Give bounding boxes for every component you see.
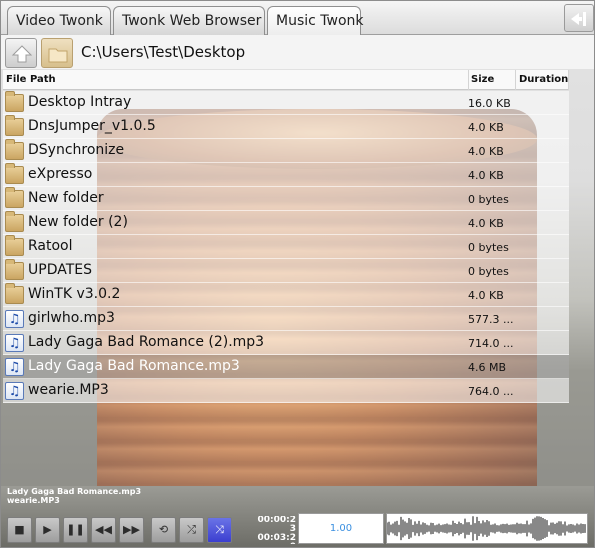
file-size: 0 bytes [468,265,509,278]
music-file-icon: ♫ [5,358,24,376]
file-list: Desktop Intray 16.0 KB DnsJumper_v1.0.5 … [3,91,569,403]
player-bar: Lady Gaga Bad Romance.mp3 wearie.MP3 ■ ▶… [1,486,594,547]
file-row[interactable]: UPDATES 0 bytes [3,259,569,283]
file-size: 0 bytes [468,193,509,206]
tab-video-twonk[interactable]: Video Twonk [7,6,111,35]
stop-icon: ■ [14,523,25,536]
time-display: 00:00:23 00:03:20 [244,516,296,544]
file-row[interactable]: DnsJumper_v1.0.5 4.0 KB [3,115,569,139]
file-name: New folder (2) [28,214,128,230]
repeat-button[interactable]: ⟲ [151,517,176,543]
folder-icon [5,163,24,184]
previous-button[interactable]: ◀◀ [91,517,116,543]
file-size: 4.0 KB [468,169,504,182]
crossfade-button[interactable]: ⤨ [207,517,232,543]
file-row[interactable]: Ratool 0 bytes [3,235,569,259]
waveform-seekbar[interactable] [386,513,588,544]
file-size: 16.0 KB [468,97,511,110]
file-row-selected[interactable]: ♫ Lady Gaga Bad Romance.mp3 4.6 MB [3,355,569,379]
file-row[interactable]: ♫ Lady Gaga Bad Romance (2).mp3 714.0 ..… [3,331,569,355]
tab-label: Music Twonk [276,13,364,29]
file-size: 577.3 ... [468,313,514,326]
file-size: 764.0 ... [468,385,514,398]
pause-button[interactable]: ❚❚ [63,517,88,543]
next-track-title: wearie.MP3 [7,496,60,505]
folder-button[interactable] [41,38,73,68]
previous-icon: ◀◀ [95,523,112,536]
file-size: 714.0 ... [468,337,514,350]
column-header-path[interactable]: File Path [6,74,56,85]
file-row[interactable]: Desktop Intray 16.0 KB [3,91,569,115]
file-row[interactable]: New folder 0 bytes [3,187,569,211]
file-size: 0 bytes [468,241,509,254]
file-row[interactable]: New folder (2) 4.0 KB [3,211,569,235]
stop-button[interactable]: ■ [7,517,32,543]
file-size: 4.0 KB [468,121,504,134]
content-area: C:\Users\Test\Desktop File Path Size Dur… [1,35,594,515]
file-name: wearie.MP3 [28,382,109,398]
now-playing-title: Lady Gaga Bad Romance.mp3 [7,487,142,496]
file-name: UPDATES [28,262,92,278]
file-name: DnsJumper_v1.0.5 [28,118,156,134]
total-time: 00:03:20 [257,533,296,545]
file-size: 4.0 KB [468,289,504,302]
music-file-icon: ♫ [5,310,24,328]
repeat-icon: ⟲ [158,523,169,536]
folder-icon [5,211,24,232]
file-name: DSynchronize [28,142,125,158]
waveform-icon [387,516,586,541]
column-header-duration[interactable]: Duration [515,70,569,90]
exit-button[interactable] [564,4,594,32]
exit-icon [571,12,586,26]
music-twonk-window: Video Twonk Twonk Web Browser Music Twon… [0,0,595,548]
play-button[interactable]: ▶ [35,517,60,543]
up-arrow-icon [11,45,33,63]
tab-music-twonk[interactable]: Music Twonk [267,6,364,36]
file-row[interactable]: ♫ girlwho.mp3 577.3 ... [3,307,569,331]
folder-icon [5,91,24,112]
music-file-icon: ♫ [5,334,24,352]
tab-label: Twonk Web Browser [122,13,262,29]
folder-icon [5,115,24,136]
column-header-row: File Path Size Duration [3,70,569,90]
tab-label: Video Twonk [16,13,103,29]
folder-icon [5,187,24,208]
folder-icon [5,139,24,160]
file-row[interactable]: eXpresso 4.0 KB [3,163,569,187]
file-name: Desktop Intray [28,94,132,110]
folder-icon [48,48,68,63]
file-row[interactable]: WinTK v3.0.2 4.0 KB [3,283,569,307]
folder-icon [5,283,24,304]
up-button[interactable] [5,38,37,68]
file-size: 4.6 MB [468,361,507,374]
current-path: C:\Users\Test\Desktop [81,43,246,61]
crossfade-icon: ⤨ [215,523,224,536]
elapsed-time: 00:00:2 3 [257,516,296,534]
next-icon: ▶▶ [123,523,140,536]
shuffle-button[interactable]: ⤮ [179,517,204,543]
music-file-icon: ♫ [5,382,24,400]
column-header-size[interactable]: Size [468,70,515,90]
file-size: 4.0 KB [468,145,504,158]
folder-icon [5,235,24,256]
file-name: New folder [28,190,104,206]
file-name: Lady Gaga Bad Romance.mp3 [28,358,240,374]
file-row[interactable]: ♫ wearie.MP3 764.0 ... [3,379,569,403]
next-button[interactable]: ▶▶ [119,517,144,543]
file-name: Lady Gaga Bad Romance (2).mp3 [28,334,265,350]
file-size: 4.0 KB [468,217,504,230]
playback-speed[interactable]: 1.00 [298,513,384,544]
navigation-bar: C:\Users\Test\Desktop [1,35,594,69]
play-icon: ▶ [43,523,52,536]
tab-twonk-web-browser[interactable]: Twonk Web Browser [113,6,265,35]
shuffle-icon: ⤮ [187,523,196,536]
file-row[interactable]: DSynchronize 4.0 KB [3,139,569,163]
file-name: girlwho.mp3 [28,310,115,326]
file-name: Ratool [28,238,73,254]
tab-strip: Video Twonk Twonk Web Browser Music Twon… [1,1,594,36]
pause-icon: ❚❚ [66,523,85,536]
folder-icon [5,259,24,280]
file-name: WinTK v3.0.2 [28,286,121,302]
file-name: eXpresso [28,166,93,182]
